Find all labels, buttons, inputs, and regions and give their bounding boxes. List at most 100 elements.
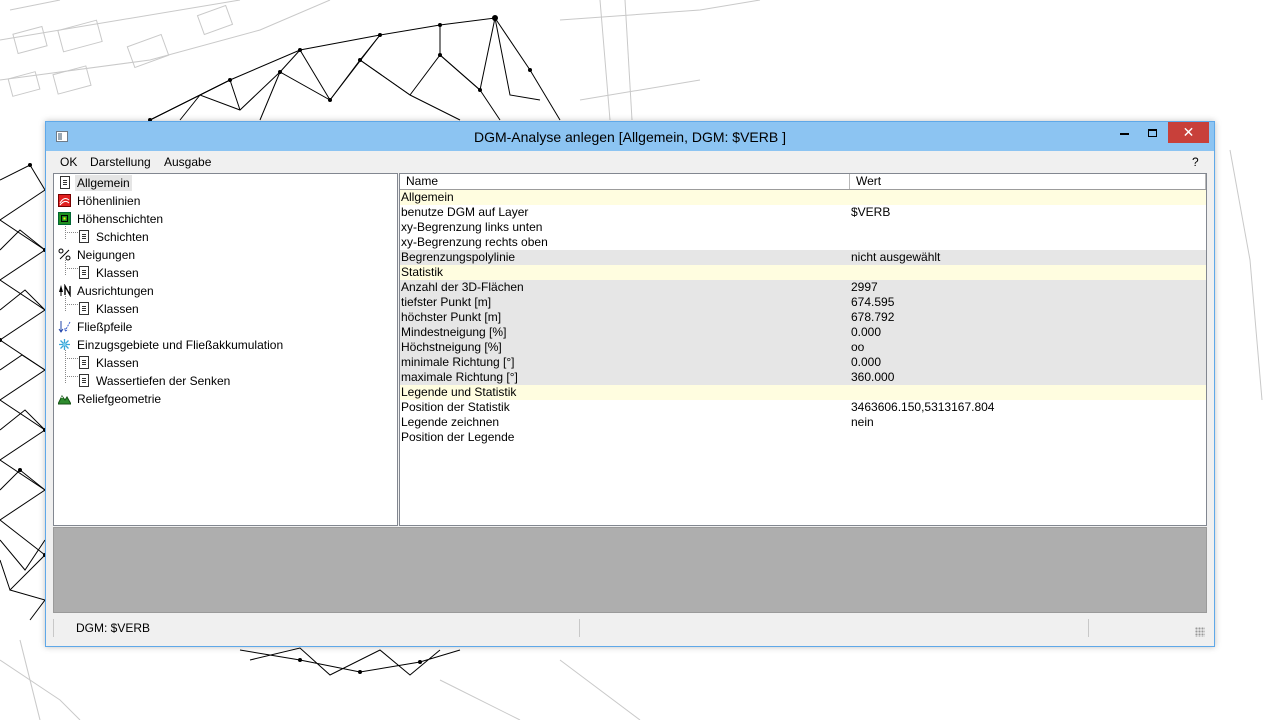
- resize-grip[interactable]: [1195, 627, 1205, 637]
- minimize-icon: [1119, 132, 1129, 135]
- document-icon: [79, 266, 89, 279]
- property-value[interactable]: $VERB: [851, 205, 890, 220]
- help-menu[interactable]: ?: [1192, 155, 1199, 169]
- status-dgm-layer: DGM: $VERB: [76, 621, 151, 635]
- relief-icon: [58, 395, 71, 405]
- document-icon: [79, 302, 89, 315]
- property-name: Statistik: [401, 265, 444, 279]
- grid-row[interactable]: Position der Legende: [400, 430, 1206, 445]
- flow-arrows-icon: [58, 321, 71, 333]
- property-name: xy-Begrenzung links unten: [401, 220, 543, 234]
- grid-row[interactable]: Legende zeichnen nein: [400, 415, 1206, 430]
- property-name: tiefster Punkt [m]: [401, 295, 492, 309]
- maximize-icon: [1147, 128, 1157, 137]
- status-bar: DGM: $VERB: [53, 617, 1207, 639]
- slope-icon: [58, 248, 71, 261]
- tree-item-label: Höhenschichten: [77, 212, 164, 226]
- property-value[interactable]: 678.792: [851, 310, 894, 325]
- tree-connector: [65, 304, 78, 305]
- tree-item-label: Einzugsgebiete und Fließakkumulation: [77, 338, 284, 352]
- grid-row[interactable]: Position der Statistik 3463606.150,531316…: [400, 400, 1206, 415]
- column-header-value[interactable]: Wert: [850, 174, 1206, 189]
- property-name: Position der Legende: [401, 430, 515, 444]
- menu-ausgabe[interactable]: Ausgabe: [164, 155, 211, 169]
- grid-row[interactable]: minimale Richtung [°] 0.000: [400, 355, 1206, 370]
- category-tree: Allgemein Höhenlinien Höhenschichten Sch…: [53, 173, 398, 526]
- tree-item-label: Wassertiefen der Senken: [96, 374, 231, 388]
- property-name: Begrenzungspolylinie: [401, 250, 516, 264]
- tree-item-label: Allgemein: [75, 175, 132, 191]
- tree-connector: [65, 358, 78, 359]
- grid-row[interactable]: Höchstneigung [%] oo: [400, 340, 1206, 355]
- tree-item-label: Höhenlinien: [77, 194, 141, 208]
- column-header-name[interactable]: Name: [400, 174, 850, 189]
- tree-item-label: Ausrichtungen: [77, 284, 154, 298]
- window-title: DGM-Analyse anlegen [Allgemein, DGM: $VE…: [473, 129, 786, 145]
- property-name: maximale Richtung [°]: [401, 370, 518, 384]
- document-icon: [60, 176, 70, 189]
- tree-connector: [65, 268, 78, 269]
- property-name: minimale Richtung [°]: [401, 355, 515, 369]
- property-value[interactable]: nein: [851, 415, 874, 430]
- property-name: Anzahl der 3D-Flächen: [401, 280, 524, 294]
- grid-section-row[interactable]: Legende und Statistik: [400, 385, 1206, 400]
- property-name: Höchstneigung [%]: [401, 340, 502, 354]
- tree-item-label: Klassen: [96, 266, 139, 280]
- title-bar[interactable]: DGM-Analyse anlegen [Allgemein, DGM: $VE…: [46, 122, 1214, 151]
- tree-item-label: Fließpfeile: [77, 320, 133, 334]
- grid-header: Name Wert: [400, 174, 1206, 190]
- property-grid: Name Wert Allgemein benutze DGM auf Layer…: [399, 173, 1207, 526]
- menu-ok[interactable]: OK: [60, 155, 77, 169]
- status-separator: [579, 619, 580, 637]
- property-value[interactable]: 2997: [851, 280, 878, 295]
- property-value[interactable]: 0.000: [851, 325, 881, 340]
- tree-item-label: Klassen: [96, 356, 139, 370]
- tree-item-label: Klassen: [96, 302, 139, 316]
- contour-lines-icon: [58, 194, 71, 207]
- property-value[interactable]: 674.595: [851, 295, 894, 310]
- close-icon: ✕: [1182, 124, 1195, 140]
- property-name: höchster Punkt [m]: [401, 310, 502, 324]
- property-value[interactable]: 0.000: [851, 355, 881, 370]
- document-icon: [79, 230, 89, 243]
- grid-row[interactable]: Begrenzungspolylinie nicht ausgewählt: [400, 250, 1206, 265]
- status-separator: [1088, 619, 1089, 637]
- tree-connector: [65, 232, 78, 233]
- grid-row[interactable]: höchster Punkt [m] 678.792: [400, 310, 1206, 325]
- grid-row[interactable]: xy-Begrenzung links unten: [400, 220, 1206, 235]
- grid-row[interactable]: Anzahl der 3D-Flächen 2997: [400, 280, 1206, 295]
- property-name: benutze DGM auf Layer: [401, 205, 529, 219]
- dgm-analysis-dialog: DGM-Analyse anlegen [Allgemein, DGM: $VE…: [45, 121, 1215, 647]
- maximize-button[interactable]: [1140, 122, 1164, 143]
- tree-item-label: Schichten: [96, 230, 149, 244]
- grid-row[interactable]: xy-Begrenzung rechts oben: [400, 235, 1206, 250]
- property-value[interactable]: oo: [851, 340, 864, 355]
- property-name: xy-Begrenzung rechts oben: [401, 235, 548, 249]
- grid-row[interactable]: Mindestneigung [%] 0.000: [400, 325, 1206, 340]
- preview-panel: [53, 527, 1207, 613]
- status-separator: [53, 619, 54, 637]
- property-value[interactable]: 360.000: [851, 370, 894, 385]
- grid-section-row[interactable]: Statistik: [400, 265, 1206, 280]
- tree-item-label: Reliefgeometrie: [77, 392, 162, 406]
- property-name: Legende zeichnen: [401, 415, 500, 429]
- grid-row[interactable]: maximale Richtung [°] 360.000: [400, 370, 1206, 385]
- document-icon: [79, 374, 89, 387]
- grid-section-row[interactable]: Allgemein: [400, 190, 1206, 205]
- grid-row[interactable]: benutze DGM auf Layer $VERB: [400, 205, 1206, 220]
- property-value[interactable]: nicht ausgewählt: [851, 250, 940, 265]
- property-value[interactable]: 3463606.150,5313167.804: [851, 400, 994, 415]
- menu-bar: OK Darstellung Ausgabe ?: [54, 154, 1206, 172]
- menu-darstellung[interactable]: Darstellung: [90, 155, 151, 169]
- tree-connector: [65, 350, 66, 383]
- tree-item-label: Neigungen: [77, 248, 136, 262]
- property-name: Legende und Statistik: [401, 385, 517, 399]
- catchment-icon: [59, 339, 70, 350]
- grid-row[interactable]: tiefster Punkt [m] 674.595: [400, 295, 1206, 310]
- property-name: Mindestneigung [%]: [401, 325, 507, 339]
- minimize-button[interactable]: [1112, 122, 1136, 143]
- document-icon: [79, 356, 89, 369]
- north-arrow-icon: [59, 284, 71, 297]
- close-button[interactable]: ✕: [1168, 122, 1209, 143]
- elevation-layers-icon: [58, 212, 71, 225]
